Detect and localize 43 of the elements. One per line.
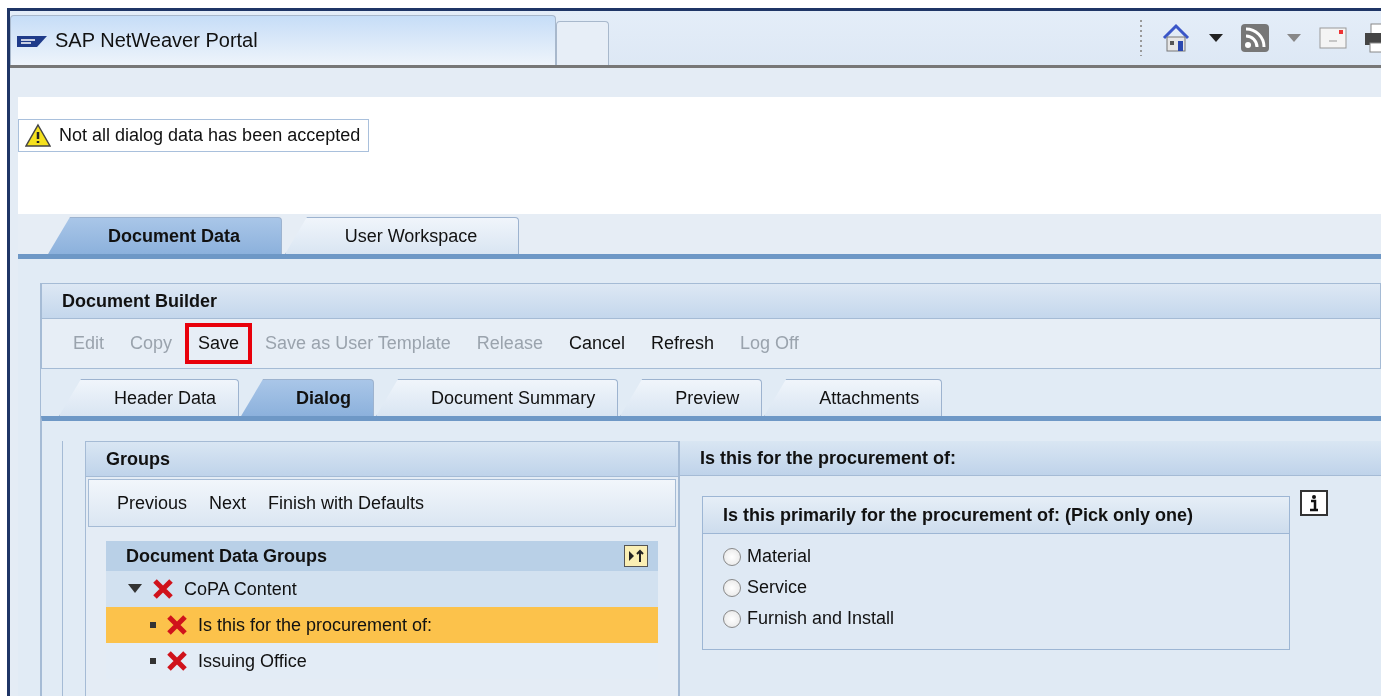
error-icon xyxy=(152,578,174,600)
logo-icon xyxy=(17,33,47,48)
tab[interactable]: Attachments xyxy=(764,379,943,416)
grip-icon xyxy=(1139,18,1143,58)
browser-tab[interactable]: SAP NetWeaver Portal xyxy=(10,15,556,65)
feed-icon[interactable] xyxy=(1241,24,1269,52)
tree-item[interactable]: CoPA Content xyxy=(106,571,658,607)
option-label[interactable]: Service xyxy=(747,577,808,598)
dropdown-icon[interactable] xyxy=(1209,34,1223,42)
tab[interactable]: Header Data xyxy=(59,379,240,416)
tab[interactable]: User Workspace xyxy=(285,217,519,254)
tree-item[interactable]: Is this for the procurement of: xyxy=(106,607,658,643)
nav-action[interactable]: Finish with Defaults xyxy=(258,492,431,514)
tab[interactable]: Document Summary xyxy=(376,379,619,416)
error-icon xyxy=(166,614,188,636)
toolbar-action[interactable]: Cancel xyxy=(555,323,638,364)
info-icon[interactable] xyxy=(1300,490,1328,516)
nav-action[interactable]: Next xyxy=(199,492,253,514)
groups-title: Groups xyxy=(106,448,170,470)
toolbar-action[interactable]: Save xyxy=(185,323,253,364)
radio-button[interactable] xyxy=(723,547,741,566)
expand-collapse-icon[interactable] xyxy=(624,545,648,567)
tab[interactable]: Document Data xyxy=(48,217,282,254)
radio-button[interactable] xyxy=(723,609,741,628)
section-title: Is this for the procurement of: xyxy=(700,447,957,469)
warning-icon xyxy=(25,123,51,147)
option-label[interactable]: Material xyxy=(747,546,812,567)
caret-icon[interactable] xyxy=(128,584,142,594)
toolbar-action[interactable]: Refresh xyxy=(637,323,727,364)
panel-title: Document Builder xyxy=(62,290,217,312)
home-icon[interactable] xyxy=(1161,23,1191,53)
tree-title: Document Data Groups xyxy=(126,545,328,567)
radio-button[interactable] xyxy=(723,578,741,597)
mail-icon[interactable] xyxy=(1319,27,1347,49)
nav-action[interactable]: Previous xyxy=(107,492,194,514)
group-title: Is this primarily for the procurement of: (Pick only one) xyxy=(723,504,1194,526)
bullet-icon xyxy=(150,622,156,628)
message-text: Not all dialog data has been accepted xyxy=(59,124,361,146)
bullet-icon xyxy=(150,658,156,664)
option-label[interactable]: Furnish and Install xyxy=(747,608,895,629)
tab[interactable]: Preview xyxy=(620,379,763,416)
tab[interactable]: Dialog xyxy=(241,379,375,416)
error-icon xyxy=(166,650,188,672)
